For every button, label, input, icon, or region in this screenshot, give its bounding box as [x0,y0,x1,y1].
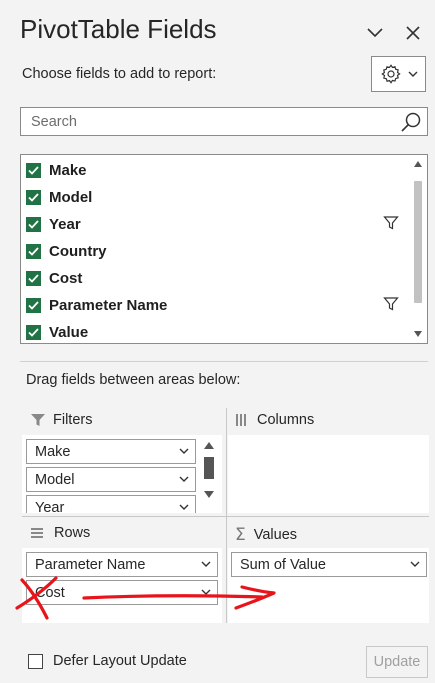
field-checkbox[interactable] [26,189,41,205]
chevron-down-icon[interactable] [179,475,189,483]
checkmark-icon [28,327,39,337]
filter-icon[interactable] [383,296,399,312]
field-item-country[interactable]: Country [26,240,411,262]
task-pane-options-button[interactable] [362,20,388,46]
field-checkbox[interactable] [26,162,41,178]
search-input[interactable] [29,112,393,132]
field-item-year[interactable]: Year [26,213,411,235]
field-checkbox[interactable] [26,243,41,259]
field-list-scrollbar[interactable] [411,157,425,341]
columns-label: Columns [257,412,315,428]
filter-icon [31,414,45,426]
checkmark-icon [28,273,39,283]
annotation-cross-stroke [20,578,49,620]
filter-chip-make[interactable]: Make [26,439,196,464]
field-item-parameter-name[interactable]: Parameter Name [26,294,411,316]
filter-chip-model[interactable]: Model [26,467,196,492]
filters-label: Filters [53,412,93,428]
scroll-down-arrow-icon[interactable] [204,491,214,498]
tools-settings-button[interactable] [371,56,426,92]
chevron-down-icon [367,28,383,38]
scroll-thumb[interactable] [204,457,214,479]
chevron-down-icon [408,71,417,77]
field-label: Cost [49,269,83,287]
search-box[interactable] [20,107,428,136]
chevron-down-icon[interactable] [179,447,189,455]
panel-subtitle: Choose fields to add to report: [22,66,217,82]
field-checkbox[interactable] [26,216,41,232]
gear-icon [380,64,401,84]
sigma-icon: Σ [235,525,246,545]
field-checkbox[interactable] [26,297,41,313]
field-label: Parameter Name [49,296,168,314]
scroll-up-arrow-icon[interactable] [204,442,214,449]
columns-icon [236,414,246,426]
update-button[interactable]: Update [366,646,428,678]
checkmark-icon [28,165,39,175]
field-label: Make [49,161,87,179]
checkmark-icon [28,219,39,229]
rows-icon [31,528,43,538]
field-item-value[interactable]: Value [26,321,411,343]
chip-label: Make [35,443,71,460]
scroll-thumb[interactable] [414,181,422,303]
chip-label: Year [35,499,65,514]
field-list: Make Model Year Country Cost Parameter N… [20,154,428,344]
field-item-model[interactable]: Model [26,186,411,208]
filters-scrollbar[interactable] [202,439,216,507]
columns-area[interactable] [228,435,429,513]
checkmark-icon [28,246,39,256]
filter-icon[interactable] [383,215,399,231]
field-checkbox[interactable] [26,270,41,286]
columns-area-header: Columns [235,412,314,428]
field-label: Model [49,188,93,206]
field-item-cost[interactable]: Cost [26,267,411,289]
close-button[interactable] [400,20,426,46]
filters-area-header: Filters [30,412,92,428]
area-divider-horizontal [22,516,429,517]
close-icon [406,26,420,40]
rows-label: Rows [54,525,91,541]
scroll-down-arrow-icon[interactable] [414,331,422,337]
annotation-arrow-shaft [82,594,264,600]
filters-area-list: Make Model Year [22,435,222,513]
rows-area-header: Rows [30,525,90,541]
values-area-header: Σ Values [235,525,297,545]
panel-title: PivotTable Fields [20,14,217,44]
defer-layout-update[interactable]: Defer Layout Update [28,653,187,669]
annotation-overlay [15,576,276,620]
field-checkbox[interactable] [26,324,41,340]
field-label: Year [49,215,81,233]
search-icon[interactable] [399,110,423,134]
field-item-make[interactable]: Make [26,159,411,181]
filter-chip-year[interactable]: Year [26,495,196,513]
chip-label: Model [35,471,75,488]
divider [20,361,428,362]
defer-layout-checkbox[interactable] [28,653,43,669]
scroll-up-arrow-icon[interactable] [414,161,422,167]
checkmark-icon [28,300,39,310]
field-label: Country [49,242,107,260]
values-label: Values [253,527,298,543]
drag-hint: Drag fields between areas below: [26,372,241,388]
defer-layout-label: Defer Layout Update [53,653,187,669]
field-label: Value [49,323,89,341]
chevron-down-icon[interactable] [410,560,420,568]
checkmark-icon [28,192,39,202]
chevron-down-icon[interactable] [179,503,189,511]
